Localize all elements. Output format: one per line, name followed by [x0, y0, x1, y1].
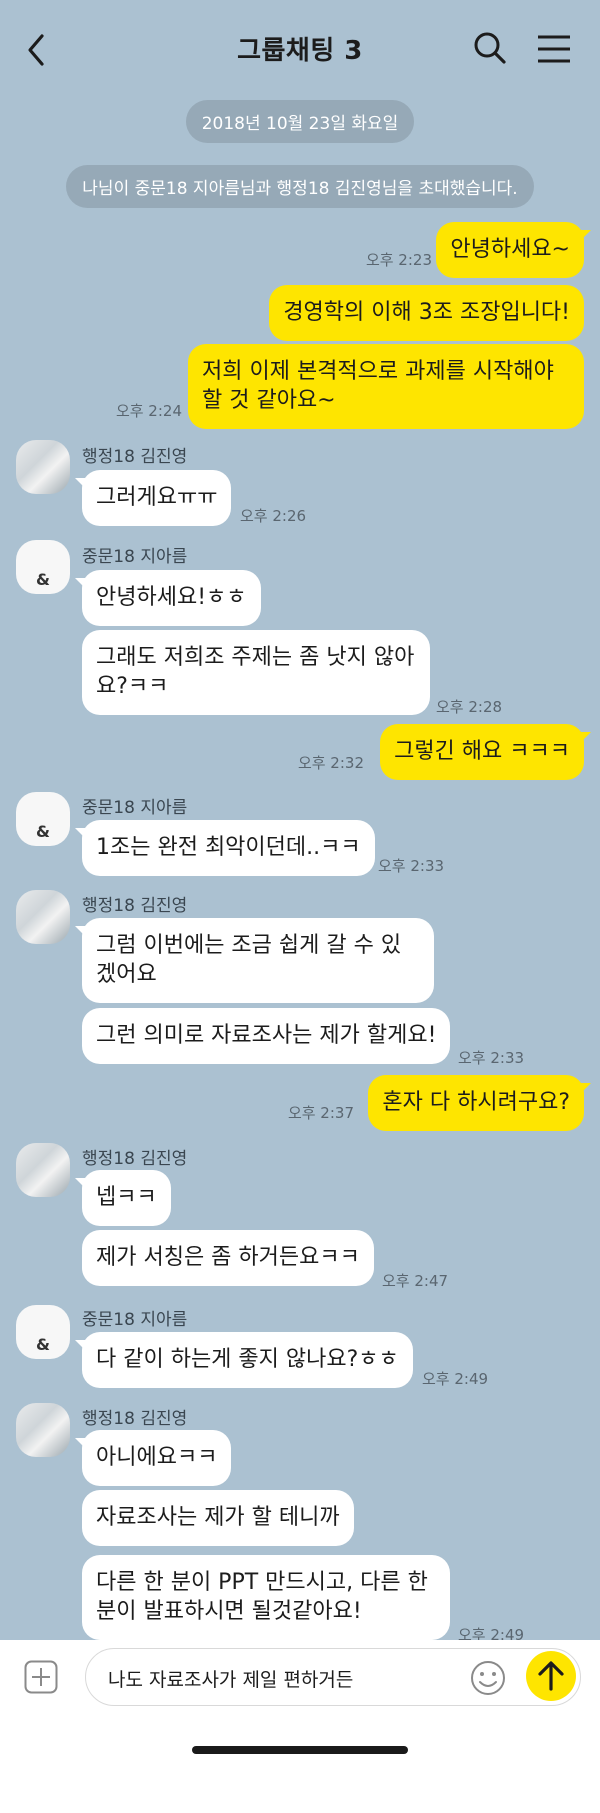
message-input[interactable]	[108, 1663, 458, 1693]
other-message-bubble[interactable]: 안녕하세요!ㅎㅎ	[75, 570, 261, 626]
date-divider: 2018년 10월 23일 화요일	[0, 100, 600, 143]
other-message-bubble[interactable]: 아니에요ㅋㅋ	[74, 1430, 232, 1486]
search-icon[interactable]	[470, 28, 510, 68]
system-message: 나님이 중문18 지아름님과 행정18 김진영님을 초대했습니다.	[0, 165, 600, 208]
message-time: 오후 2:49	[422, 1370, 489, 1388]
avatar[interactable]: &	[16, 540, 70, 594]
sender-name: 중문18 지아름	[82, 547, 188, 567]
sender-name: 중문18 지아름	[82, 798, 188, 818]
avatar[interactable]	[16, 890, 70, 944]
message-time: 오후 2:23	[365, 251, 432, 269]
other-message-bubble[interactable]: 그러게요ㅠㅠ	[74, 470, 232, 526]
message-time: 오후 2:47	[382, 1272, 449, 1290]
other-message-bubble[interactable]: 넵ㅋㅋ	[75, 1170, 171, 1226]
my-message-bubble[interactable]: 저희 이제 본격적으로 과제를 시작해야 할 것 같아요~	[188, 344, 584, 429]
sender-name: 행정18 김진영	[82, 1149, 188, 1169]
avatar[interactable]	[16, 1403, 70, 1457]
message-time: 오후 2:26	[240, 507, 307, 525]
message-time: 오후 2:37	[287, 1104, 354, 1122]
other-message-bubble[interactable]: 그런 의미로 자료조사는 제가 할게요!	[82, 1008, 451, 1064]
avatar-symbol: &	[36, 822, 50, 841]
other-message-bubble[interactable]: 그래도 저희조 주제는 좀 낫지 않아 요?ㅋㅋ	[82, 630, 430, 715]
avatar[interactable]: &	[16, 792, 70, 846]
avatar[interactable]	[16, 440, 70, 494]
other-message-bubble[interactable]: 자료조사는 제가 할 테니까	[82, 1490, 354, 1546]
my-message-bubble[interactable]: 안녕하세요~	[436, 222, 591, 278]
send-button[interactable]	[526, 1651, 576, 1701]
sender-name: 중문18 지아름	[82, 1310, 188, 1330]
other-message-bubble[interactable]: 1조는 완전 최악이던데..ㅋㅋ	[75, 820, 375, 876]
message-time: 오후 2:33	[458, 1049, 525, 1067]
message-time: 오후 2:33	[378, 857, 445, 875]
plus-icon[interactable]	[24, 1660, 58, 1694]
emoji-icon[interactable]	[468, 1658, 508, 1698]
my-message-bubble[interactable]: 혼자 다 하시려구요?	[368, 1075, 591, 1131]
message-time: 오후 2:24	[115, 402, 182, 420]
message-time: 오후 2:32	[297, 754, 364, 772]
avatar[interactable]: &	[16, 1305, 70, 1359]
message-time: 오후 2:28	[436, 698, 503, 716]
other-message-bubble[interactable]: 다 같이 하는게 좋지 않나요?ㅎㅎ	[75, 1332, 413, 1388]
arrow-up-icon	[538, 1661, 564, 1691]
sender-name: 행정18 김진영	[82, 896, 188, 916]
avatar-symbol: &	[36, 570, 50, 589]
other-message-bubble[interactable]: 제가 서칭은 좀 하거든요ㅋㅋ	[82, 1230, 374, 1286]
avatar-symbol: &	[36, 1335, 50, 1354]
menu-icon[interactable]	[534, 32, 574, 66]
sender-name: 행정18 김진영	[82, 447, 188, 467]
chat-title: 그룹채팅 3	[237, 36, 363, 66]
other-message-bubble[interactable]: 다른 한 분이 PPT 만드시고, 다른 한 분이 발표하시면 될것같아요!	[82, 1555, 450, 1640]
avatar[interactable]	[16, 1143, 70, 1197]
my-message-bubble[interactable]: 그렇긴 해요 ㅋㅋㅋ	[380, 724, 591, 780]
sender-name: 행정18 김진영	[82, 1409, 188, 1429]
home-indicator	[192, 1746, 408, 1754]
other-message-bubble[interactable]: 그럼 이번에는 조금 쉽게 갈 수 있 겠어요	[75, 918, 434, 1003]
my-message-bubble[interactable]: 경영학의 이해 3조 조장입니다!	[269, 285, 584, 341]
